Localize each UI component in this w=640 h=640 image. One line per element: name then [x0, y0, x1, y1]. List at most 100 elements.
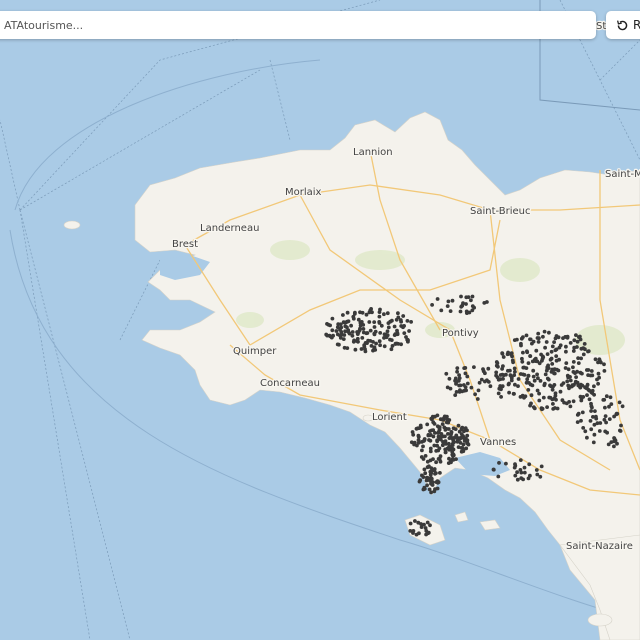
- poi-marker[interactable]: [507, 390, 511, 395]
- poi-marker[interactable]: [609, 402, 614, 406]
- poi-marker[interactable]: [563, 366, 568, 370]
- poi-marker[interactable]: [497, 461, 501, 465]
- poi-marker[interactable]: [515, 337, 519, 342]
- poi-marker[interactable]: [453, 376, 458, 381]
- poi-marker[interactable]: [429, 416, 434, 421]
- poi-marker[interactable]: [568, 341, 573, 345]
- poi-marker[interactable]: [361, 330, 366, 335]
- poi-marker[interactable]: [494, 363, 499, 368]
- poi-marker[interactable]: [438, 437, 443, 442]
- poi-marker[interactable]: [531, 368, 536, 373]
- poi-marker[interactable]: [448, 309, 453, 313]
- poi-marker[interactable]: [424, 532, 428, 537]
- poi-marker[interactable]: [597, 429, 602, 433]
- poi-marker[interactable]: [519, 336, 524, 341]
- poi-marker[interactable]: [518, 458, 523, 462]
- poi-marker[interactable]: [465, 311, 469, 315]
- poi-marker[interactable]: [579, 346, 584, 351]
- poi-marker[interactable]: [549, 349, 554, 354]
- poi-marker[interactable]: [451, 426, 456, 431]
- poi-marker[interactable]: [419, 425, 423, 430]
- poi-marker[interactable]: [443, 428, 448, 432]
- poi-marker[interactable]: [585, 393, 589, 397]
- poi-marker[interactable]: [501, 377, 505, 381]
- poi-marker[interactable]: [427, 487, 432, 492]
- poi-marker[interactable]: [554, 358, 559, 363]
- poi-marker[interactable]: [335, 332, 340, 337]
- poi-marker[interactable]: [443, 447, 448, 452]
- poi-marker[interactable]: [481, 367, 485, 371]
- poi-marker[interactable]: [572, 345, 577, 350]
- poi-marker[interactable]: [603, 414, 608, 418]
- poi-marker[interactable]: [541, 395, 546, 400]
- poi-marker[interactable]: [551, 402, 555, 406]
- poi-marker[interactable]: [550, 362, 555, 366]
- poi-marker[interactable]: [518, 468, 523, 472]
- poi-marker[interactable]: [581, 352, 586, 357]
- poi-marker[interactable]: [423, 471, 428, 476]
- poi-marker[interactable]: [417, 479, 422, 484]
- poi-marker[interactable]: [560, 398, 565, 403]
- poi-marker[interactable]: [534, 468, 539, 472]
- poi-marker[interactable]: [456, 378, 461, 383]
- poi-marker[interactable]: [543, 345, 547, 350]
- poi-marker[interactable]: [422, 467, 427, 472]
- poi-marker[interactable]: [402, 324, 406, 328]
- poi-marker[interactable]: [592, 432, 597, 437]
- poi-marker[interactable]: [537, 398, 542, 403]
- poi-marker[interactable]: [581, 426, 586, 430]
- poi-marker[interactable]: [476, 388, 481, 393]
- poi-marker[interactable]: [539, 464, 544, 469]
- poi-marker[interactable]: [477, 380, 482, 385]
- poi-marker[interactable]: [419, 522, 423, 526]
- poi-marker[interactable]: [538, 379, 543, 383]
- poi-marker[interactable]: [597, 357, 602, 362]
- poi-marker[interactable]: [419, 455, 424, 459]
- poi-marker[interactable]: [423, 454, 428, 458]
- poi-marker[interactable]: [591, 440, 596, 445]
- poi-marker[interactable]: [509, 376, 514, 380]
- reset-button[interactable]: R: [606, 11, 640, 39]
- poi-marker[interactable]: [473, 392, 477, 397]
- poi-marker[interactable]: [469, 385, 474, 390]
- poi-marker[interactable]: [494, 370, 499, 375]
- poi-marker[interactable]: [602, 397, 607, 402]
- poi-marker[interactable]: [602, 362, 606, 367]
- map-canvas[interactable]: Lannion Morlaix Saint-Brieuc Landerneau …: [0, 0, 640, 640]
- poi-marker[interactable]: [606, 442, 611, 447]
- poi-marker[interactable]: [429, 476, 433, 480]
- poi-marker[interactable]: [455, 369, 459, 374]
- poi-marker[interactable]: [445, 417, 450, 422]
- poi-marker[interactable]: [369, 344, 374, 348]
- poi-marker[interactable]: [512, 465, 517, 470]
- poi-marker[interactable]: [350, 333, 355, 338]
- poi-marker[interactable]: [561, 336, 565, 340]
- poi-marker[interactable]: [463, 385, 468, 389]
- poi-marker[interactable]: [566, 383, 571, 388]
- poi-marker[interactable]: [568, 404, 573, 409]
- poi-marker[interactable]: [424, 529, 429, 533]
- poi-marker[interactable]: [367, 320, 372, 324]
- poi-marker[interactable]: [430, 468, 434, 473]
- poi-marker[interactable]: [361, 327, 366, 331]
- poi-marker[interactable]: [465, 438, 470, 443]
- poi-marker[interactable]: [571, 360, 576, 364]
- poi-marker[interactable]: [592, 392, 596, 397]
- poi-marker[interactable]: [568, 378, 573, 383]
- poi-marker[interactable]: [448, 386, 453, 391]
- poi-marker[interactable]: [464, 388, 468, 393]
- poi-marker[interactable]: [439, 308, 444, 313]
- poi-marker[interactable]: [513, 462, 517, 466]
- poi-marker[interactable]: [522, 465, 527, 470]
- poi-marker[interactable]: [377, 339, 382, 344]
- poi-marker[interactable]: [360, 310, 365, 315]
- poi-marker[interactable]: [446, 427, 451, 431]
- poi-marker[interactable]: [401, 314, 406, 318]
- poi-marker[interactable]: [482, 301, 487, 305]
- poi-marker[interactable]: [576, 356, 580, 360]
- poi-marker[interactable]: [573, 380, 578, 385]
- poi-marker[interactable]: [526, 361, 531, 365]
- poi-marker[interactable]: [460, 446, 465, 450]
- poi-marker[interactable]: [565, 379, 570, 384]
- poi-marker[interactable]: [410, 430, 415, 434]
